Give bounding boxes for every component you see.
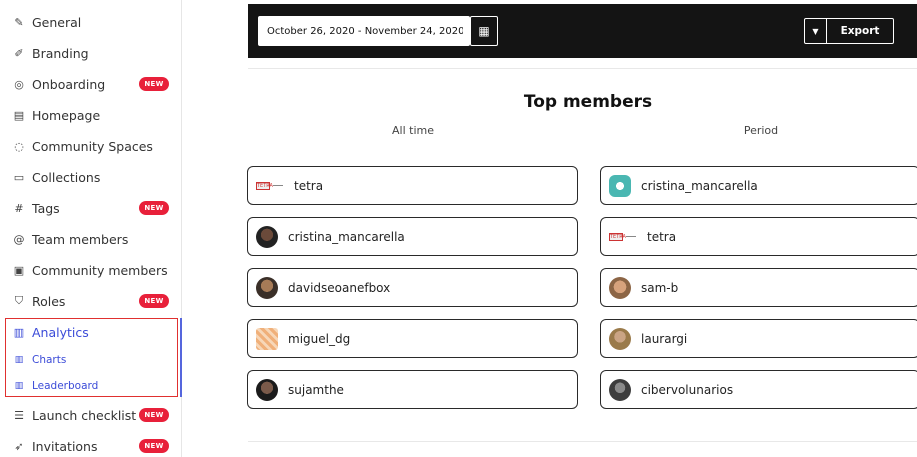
member-card[interactable]: TETRA tetra xyxy=(247,166,578,205)
member-name: tetra xyxy=(647,229,677,244)
sidebar-item-label: General xyxy=(32,14,82,30)
layout-icon: ▤ xyxy=(13,108,25,122)
calendar-button[interactable]: ▦ xyxy=(470,16,498,46)
shield-icon: ⛉ xyxy=(14,294,24,307)
hash-icon: # xyxy=(14,201,24,215)
brush-icon: ✐ xyxy=(14,46,24,60)
sidebar-item-onboarding[interactable]: ◎ Onboarding xyxy=(12,74,105,94)
sidebar-item-label: Onboarding xyxy=(32,76,106,92)
sidebar-item-community-members[interactable]: ▣ Community members xyxy=(12,260,168,280)
avatar xyxy=(256,327,278,350)
sidebar-item-label: Invitations xyxy=(32,438,98,454)
avatar xyxy=(256,225,278,248)
new-badge: NEW xyxy=(139,77,169,91)
export-button[interactable]: ▼ Export xyxy=(804,18,894,44)
compass-icon: ◎ xyxy=(14,77,24,91)
sidebar-item-label: Community members xyxy=(32,262,168,278)
sidebar-item-label: Tags xyxy=(32,200,60,216)
avatar xyxy=(609,174,631,197)
divider xyxy=(248,68,917,69)
member-name: miguel_dg xyxy=(288,331,351,346)
sidebar-item-label: Community Spaces xyxy=(32,138,153,154)
sidebar-item-label: Homepage xyxy=(32,107,101,123)
avatar xyxy=(609,327,631,350)
member-card[interactable]: davidseoanefbox xyxy=(247,268,578,307)
member-card[interactable]: cristina_mancarella xyxy=(600,166,917,205)
calendar-icon: ▦ xyxy=(478,24,490,38)
at-icon: @ xyxy=(13,232,25,246)
sidebar-item-label: Leaderboard xyxy=(32,380,99,392)
member-name: davidseoanefbox xyxy=(288,280,391,295)
sidebar-item-leaderboard[interactable]: ▥ Leaderboard xyxy=(12,376,99,396)
member-name: sam-b xyxy=(641,280,679,295)
member-card[interactable]: laurargi xyxy=(600,319,917,358)
export-label: Export xyxy=(840,25,880,37)
sidebar-item-roles[interactable]: ⛉ Roles xyxy=(12,291,66,311)
new-badge: NEW xyxy=(139,439,169,453)
chevron-down-icon[interactable]: ▼ xyxy=(805,19,827,43)
date-range-input[interactable]: October 26, 2020 - November 24, 2020 xyxy=(258,16,470,46)
sidebar-item-label: Launch checklist xyxy=(32,407,137,423)
sidebar-item-charts[interactable]: ▥ Charts xyxy=(12,350,67,370)
bar-chart-icon: ▥ xyxy=(13,325,25,339)
sidebar-item-label: Analytics xyxy=(32,324,89,340)
member-name: laurargi xyxy=(641,331,688,346)
avatar xyxy=(256,276,278,299)
sidebar-item-general[interactable]: ✎ General xyxy=(12,12,81,32)
new-badge: NEW xyxy=(139,408,169,422)
member-name: cristina_mancarella xyxy=(641,178,758,193)
period-heading: Period xyxy=(743,124,779,137)
sidebar-item-label: Collections xyxy=(32,169,101,185)
date-range-value: October 26, 2020 - November 24, 2020 xyxy=(267,25,463,37)
edit-icon: ✎ xyxy=(14,15,24,29)
sidebar-item-branding[interactable]: ✐ Branding xyxy=(12,43,89,63)
sidebar-item-community-spaces[interactable]: ◌ Community Spaces xyxy=(12,136,153,156)
sidebar-item-analytics[interactable]: ▥ Analytics xyxy=(12,322,89,342)
sidebar-item-team-members[interactable]: @ Team members xyxy=(12,229,129,249)
member-name: cibervolunarios xyxy=(641,382,734,397)
sidebar-item-collections[interactable]: ▭ Collections xyxy=(12,167,101,187)
tetra-logo-icon: TETRA xyxy=(609,232,639,242)
send-icon: ➶ xyxy=(14,439,24,453)
member-name: tetra xyxy=(294,178,324,193)
sidebar-item-label: Branding xyxy=(32,45,89,61)
sidebar-item-launch-checklist[interactable]: ☰ Launch checklist xyxy=(12,405,136,425)
member-card[interactable]: sujamthe xyxy=(247,370,578,409)
member-name: cristina_mancarella xyxy=(288,229,405,244)
page-title: Top members xyxy=(523,92,653,112)
member-card[interactable]: TETRA tetra xyxy=(600,217,917,256)
sidebar-item-label: Team members xyxy=(32,231,129,247)
tetra-logo-icon: TETRA xyxy=(256,181,286,191)
chat-icon: ◌ xyxy=(14,139,24,153)
id-card-icon: ▣ xyxy=(13,263,25,277)
divider xyxy=(248,441,917,442)
all-time-heading: All time xyxy=(392,124,434,137)
member-card[interactable]: sam-b xyxy=(600,268,917,307)
checklist-icon: ☰ xyxy=(14,408,24,422)
avatar xyxy=(256,378,278,401)
member-card[interactable]: cibervolunarios xyxy=(600,370,917,409)
sidebar-item-label: Roles xyxy=(32,293,66,309)
member-name: sujamthe xyxy=(288,382,344,397)
sidebar: ✎ General ✐ Branding ◎ Onboarding NEW ▤ … xyxy=(0,0,182,457)
sidebar-item-invitations[interactable]: ➶ Invitations xyxy=(12,436,98,456)
sidebar-item-homepage[interactable]: ▤ Homepage xyxy=(12,105,100,125)
toolbar: October 26, 2020 - November 24, 2020 ▦ ▼… xyxy=(248,4,917,58)
bar-chart-icon: ▥ xyxy=(14,355,24,365)
sidebar-item-label: Charts xyxy=(32,354,67,366)
member-card[interactable]: miguel_dg xyxy=(247,319,578,358)
new-badge: NEW xyxy=(139,294,169,308)
new-badge: NEW xyxy=(139,201,169,215)
member-card[interactable]: cristina_mancarella xyxy=(247,217,578,256)
avatar xyxy=(609,276,631,299)
bar-chart-icon: ▥ xyxy=(14,381,24,391)
avatar xyxy=(609,378,631,401)
active-indicator xyxy=(180,318,182,397)
folder-icon: ▭ xyxy=(13,170,25,184)
sidebar-item-tags[interactable]: # Tags xyxy=(12,198,60,218)
